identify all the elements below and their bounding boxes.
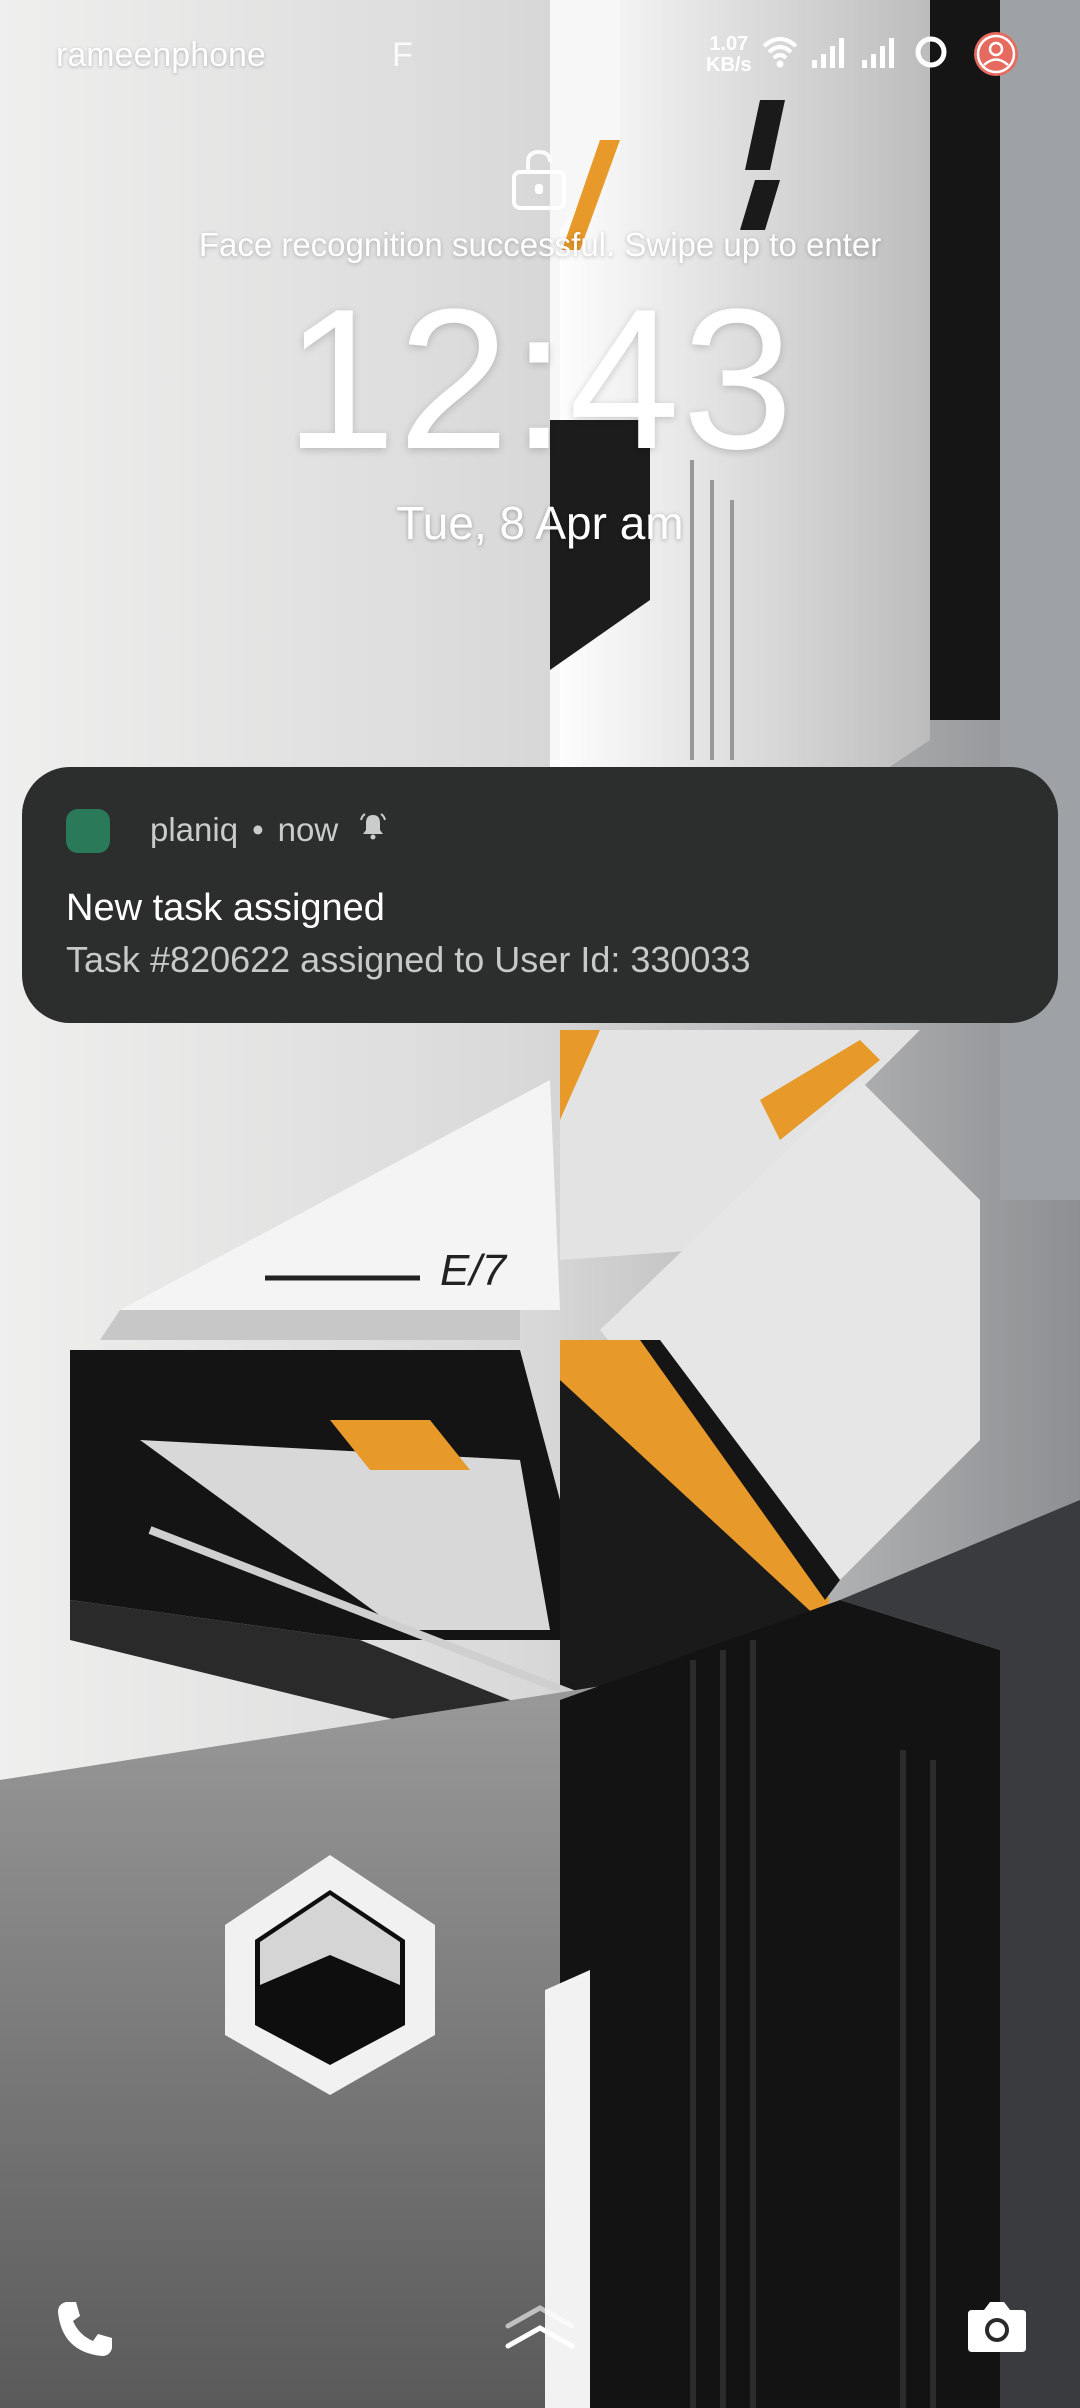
phone-icon[interactable] xyxy=(52,2296,118,2367)
lockscreen-date: Tue, 8 Apr am xyxy=(396,497,684,549)
header-separator: • xyxy=(252,811,264,848)
profile-icon[interactable] xyxy=(972,30,1020,78)
notification-body: Task #820622 assigned to User Id: 330033 xyxy=(66,939,751,980)
unlock-icon xyxy=(510,149,568,217)
notification-card[interactable]: planiq • now New task assigned Task #820… xyxy=(22,767,1058,1023)
camera-icon[interactable] xyxy=(964,2296,1030,2361)
swipe-up-chevron-icon[interactable] xyxy=(500,2300,580,2357)
carrier-extra-text: F xyxy=(392,36,413,74)
notification-header: planiq • now xyxy=(150,811,388,849)
network-speed: 1.07 KB/s xyxy=(706,34,752,76)
bell-icon xyxy=(358,811,388,849)
lockscreen-clock: 12:43 xyxy=(284,268,796,491)
battery-ring-icon xyxy=(912,32,950,72)
planiq-app-icon xyxy=(66,809,110,853)
network-speed-unit: KB/s xyxy=(706,54,752,76)
wifi-icon xyxy=(760,32,800,72)
notification-app-name: planiq xyxy=(150,811,239,848)
network-speed-value: 1.07 xyxy=(709,33,749,55)
svg-text:E/7: E/7 xyxy=(440,1246,508,1295)
signal-sim2-icon xyxy=(860,32,896,72)
notification-time: now xyxy=(277,811,339,848)
notification-title: New task assigned xyxy=(66,887,385,929)
carrier-name: rameenphone xyxy=(56,36,266,74)
status-bar: rameenphone F 1.07 KB/s xyxy=(0,0,1080,110)
face-recognition-message: Face recognition successful. Swipe up to… xyxy=(198,226,882,263)
signal-sim1-icon xyxy=(810,32,846,72)
